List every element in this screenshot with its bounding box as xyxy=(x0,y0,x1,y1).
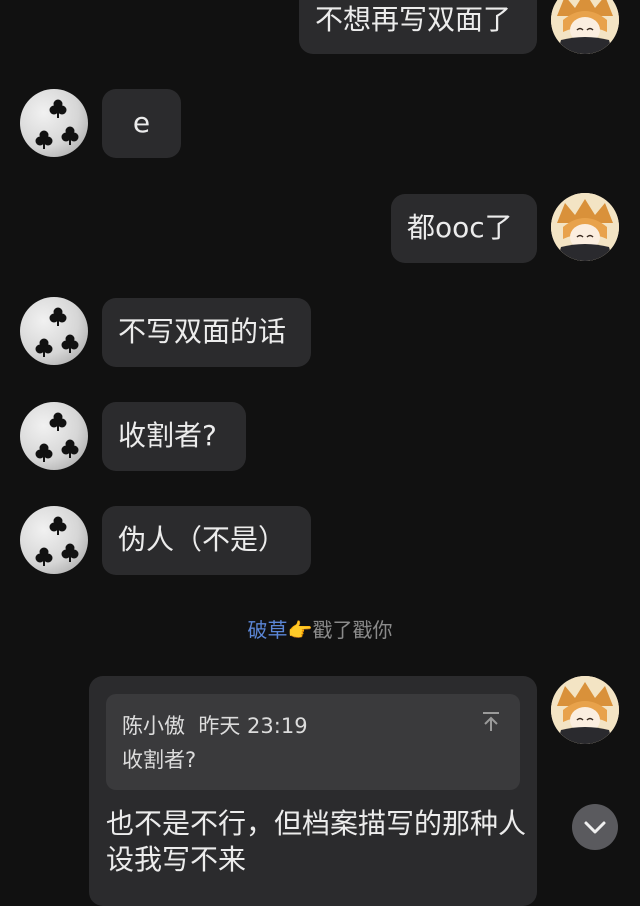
poke-sender-name[interactable]: 破草 xyxy=(248,618,288,642)
clubs-avatar-icon xyxy=(35,99,79,149)
user-avatar[interactable] xyxy=(551,0,619,54)
pointing-hand-icon: 👉 xyxy=(287,618,313,642)
quote-author: 陈小傲 xyxy=(122,714,185,738)
user-avatar[interactable] xyxy=(551,676,619,744)
message-text: 收割者? xyxy=(118,419,217,452)
message-text: 不想再写双面了 xyxy=(315,3,512,36)
user-avatar[interactable] xyxy=(551,193,619,261)
quoted-message[interactable] xyxy=(106,694,520,790)
clubs-avatar-icon xyxy=(35,412,79,462)
message-text: 不写双面的话 xyxy=(118,315,287,348)
contact-avatar[interactable] xyxy=(20,506,88,574)
quote-time: 昨天 23:19 xyxy=(198,714,308,738)
scroll-to-top-icon[interactable] xyxy=(480,710,502,734)
clubs-avatar-icon xyxy=(35,307,79,357)
contact-avatar[interactable] xyxy=(20,402,88,470)
anime-girl-avatar-icon xyxy=(551,676,619,744)
message-text: 伪人（不是） xyxy=(118,523,287,556)
message-text: e xyxy=(132,106,151,139)
contact-avatar[interactable] xyxy=(20,89,88,157)
message-bubble[interactable]: 不写双面的话 xyxy=(102,298,311,367)
poke-action: 戳了戳你 xyxy=(312,618,393,642)
message-text: 都ooc了 xyxy=(407,211,513,244)
message-bubble[interactable]: e xyxy=(102,89,181,158)
quote-text: 收割者? xyxy=(122,748,197,772)
reply-text: 也不是不行，但档案描写的那种人设我写不来 xyxy=(106,807,527,876)
message-bubble[interactable]: 不想再写双面了 xyxy=(299,0,537,54)
scroll-down-button[interactable] xyxy=(572,804,618,850)
chevron-down-icon xyxy=(584,821,606,834)
contact-avatar[interactable] xyxy=(20,297,88,365)
message-bubble[interactable]: 伪人（不是） xyxy=(102,506,311,575)
anime-girl-avatar-icon xyxy=(551,0,619,54)
poke-notification: 破草👉戳了戳你 xyxy=(0,614,640,643)
message-bubble[interactable]: 收割者? xyxy=(102,402,246,471)
message-bubble[interactable]: 都ooc了 xyxy=(391,194,537,263)
quote-header: 陈小傲 昨天 23:19 xyxy=(122,710,308,740)
anime-girl-avatar-icon xyxy=(551,193,619,261)
clubs-avatar-icon xyxy=(35,516,79,566)
